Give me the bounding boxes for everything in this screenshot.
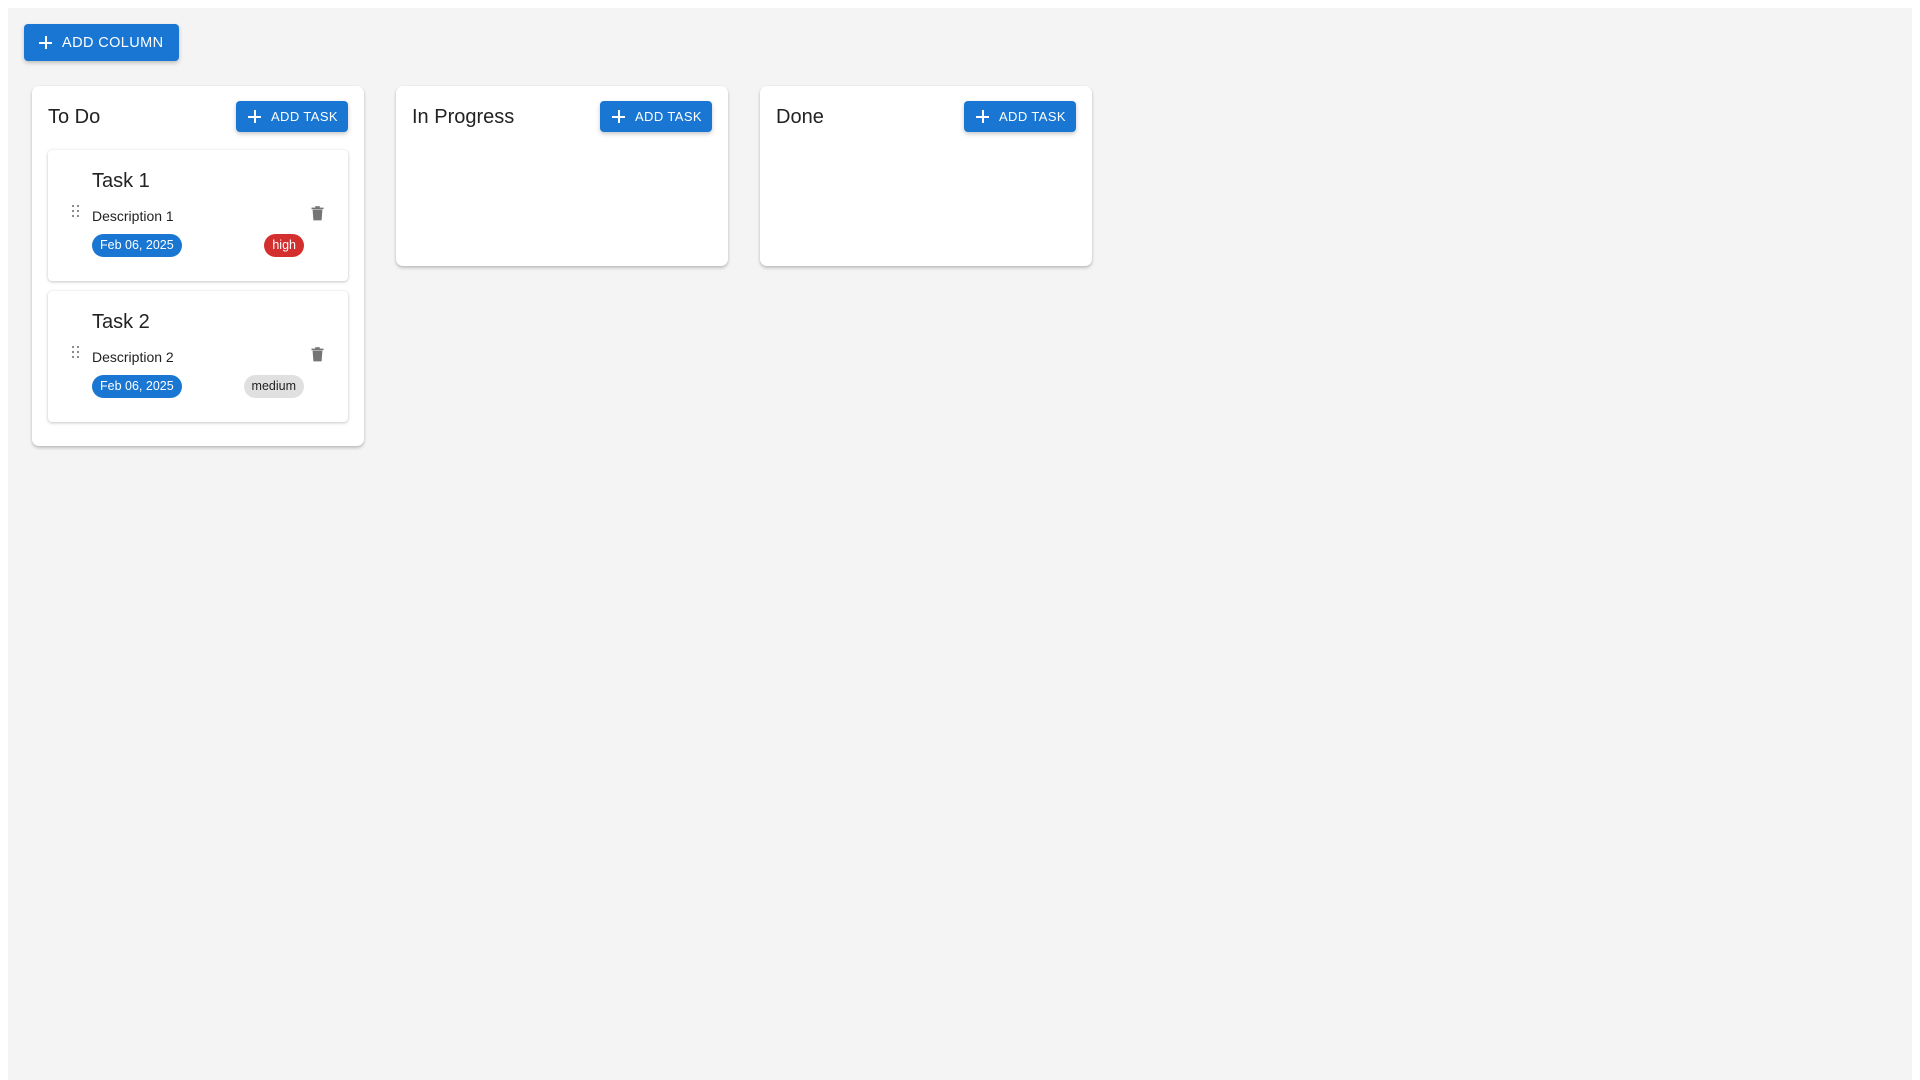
due-date-chip: Feb 06, 2025 [92, 234, 182, 257]
plus-icon [611, 110, 625, 123]
due-date-chip: Feb 06, 2025 [92, 375, 182, 398]
priority-chip: high [264, 234, 304, 257]
drag-handle-icon[interactable] [72, 205, 80, 219]
trash-icon [311, 205, 323, 220]
add-task-label: Add Task [634, 109, 702, 124]
task-title: Task 1 [92, 170, 150, 192]
column-title: Done [776, 106, 824, 128]
add-task-button[interactable]: Add Task [963, 101, 1076, 132]
delete-task-button[interactable] [306, 202, 328, 224]
plus-icon [247, 110, 261, 123]
add-task-label: Add Task [998, 109, 1066, 124]
task-card[interactable]: Task 1 Description 1 Feb 06, 2025 high [48, 150, 348, 281]
drag-handle-icon[interactable] [72, 346, 80, 360]
plus-icon [39, 36, 52, 49]
task-card[interactable]: Task 2 Description 2 Feb 06, 2025 medium [48, 291, 348, 422]
task-description: Description 1 [92, 208, 174, 224]
column-in-progress: In Progress Add Task [396, 86, 728, 266]
plus-icon [975, 110, 989, 123]
column-header: To Do Add Task [32, 86, 364, 150]
column-header: In Progress Add Task [396, 86, 728, 150]
priority-chip: medium [243, 375, 304, 398]
add-task-button[interactable]: Add Task [599, 101, 712, 132]
column-to-do: To Do Add Task Task 1 Description 1 Feb … [32, 86, 364, 446]
task-description: Description 2 [92, 349, 174, 365]
column-title: In Progress [412, 106, 515, 128]
column-done: Done Add Task [760, 86, 1092, 266]
add-column-label: Add Column [62, 34, 164, 51]
task-title: Task 2 [92, 311, 150, 333]
column-title: To Do [48, 106, 101, 128]
column-header: Done Add Task [760, 86, 1092, 150]
add-task-label: Add Task [270, 109, 338, 124]
add-task-button[interactable]: Add Task [235, 101, 348, 132]
board: Add Column To Do Add Task Task 1 Descrip… [8, 8, 1912, 1080]
delete-task-button[interactable] [306, 343, 328, 365]
trash-icon [311, 346, 323, 361]
add-column-button[interactable]: Add Column [24, 24, 180, 61]
